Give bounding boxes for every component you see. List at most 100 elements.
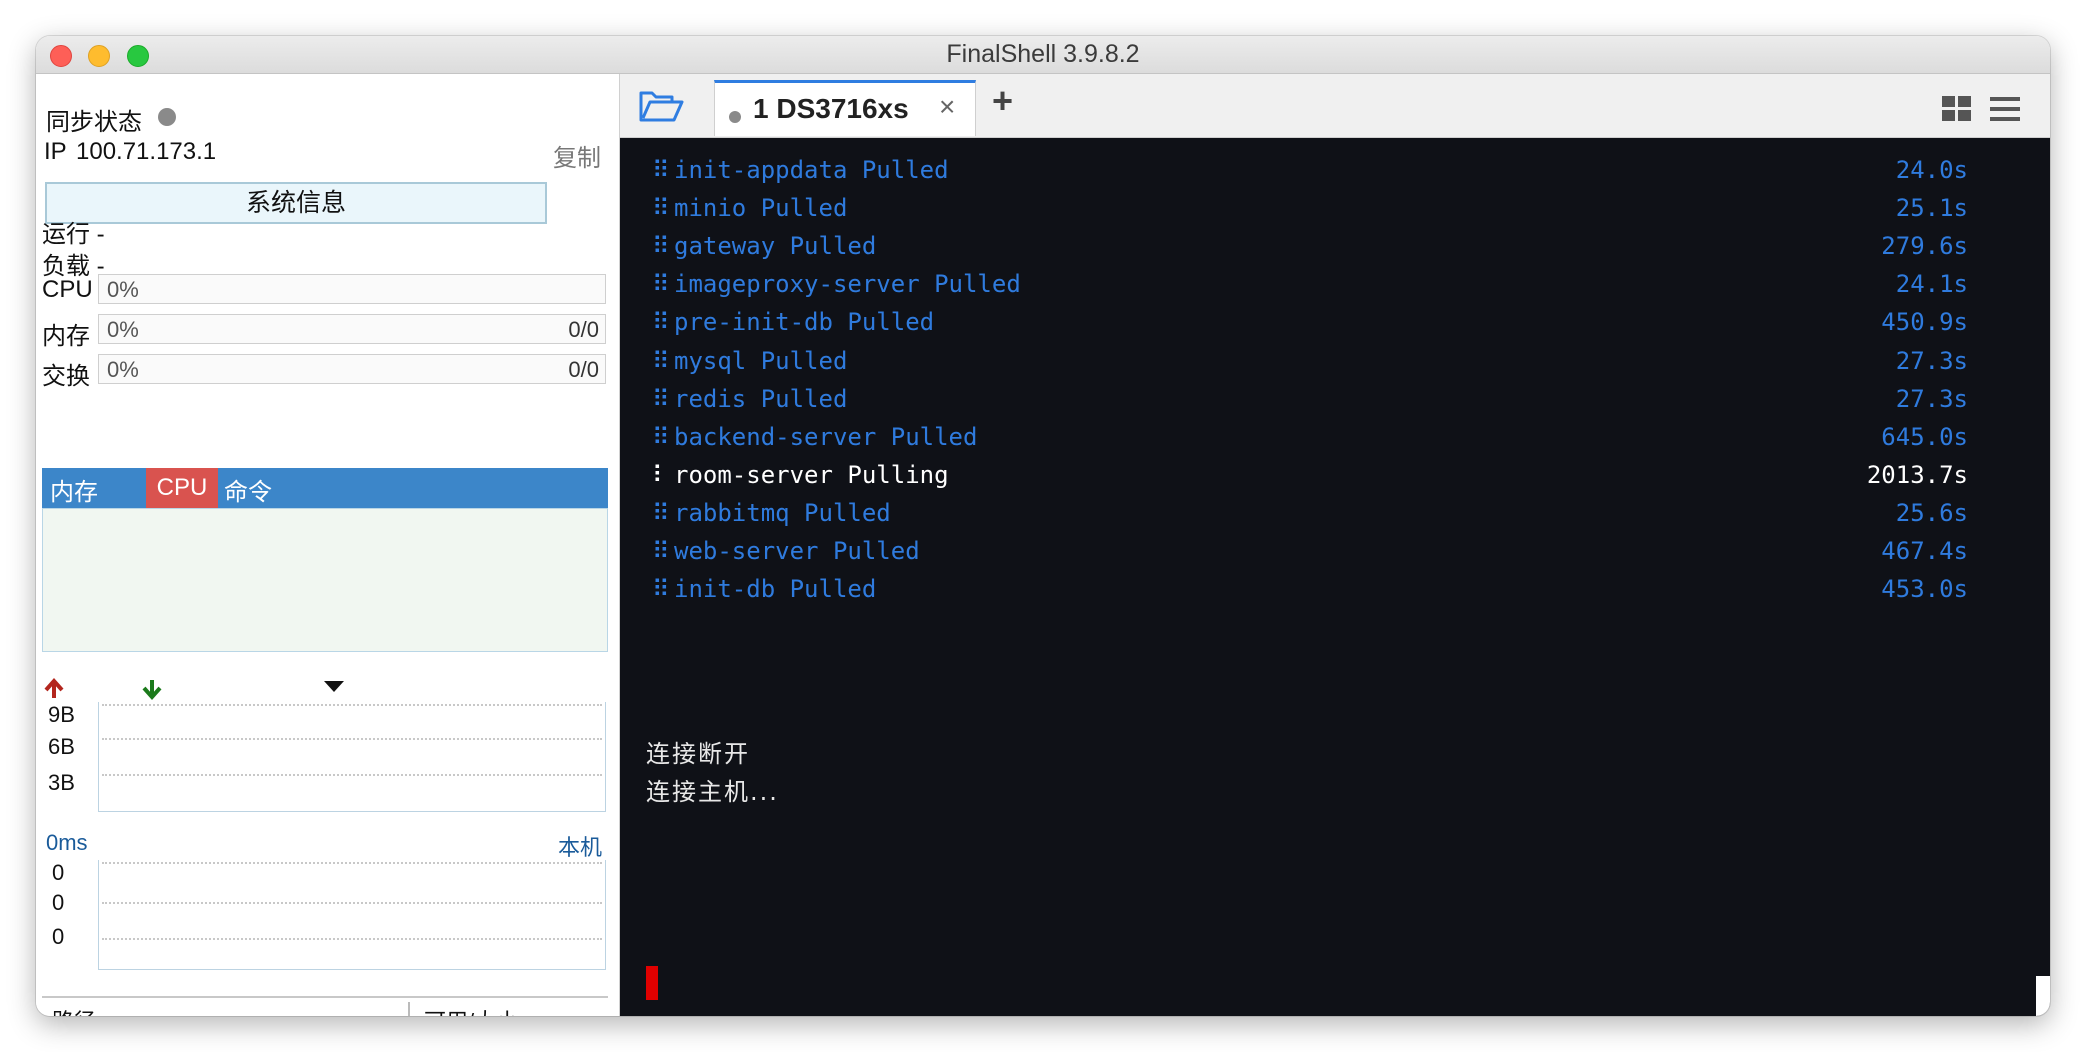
spinner-icon: ⠿: [652, 422, 670, 451]
system-panel: 同步状态 IP 100.71.173.1 复制 系统信息 运行 - 负载 - C…: [36, 74, 620, 1016]
terminal-panel: 1 DS3716xs × + ⠿ init-appdata Pulled 24.0s…: [620, 74, 2050, 1016]
terminal-line: ⠇ room-server Pulling 2013.7s: [652, 457, 1968, 495]
column-separator: [408, 1002, 410, 1016]
elapsed-time: 24.0s: [1895, 156, 1968, 184]
spinner-icon: ⠿: [652, 346, 670, 375]
service-status: minio Pulled: [674, 194, 848, 223]
resize-corner: [2036, 976, 2050, 1016]
swap-usage-bar: 0% 0/0: [98, 354, 606, 384]
ping-target-label[interactable]: 本机: [558, 830, 602, 862]
elapsed-time: 645.0s: [1881, 422, 1968, 451]
memory-usage-ratio: 0/0: [568, 317, 599, 342]
graph-gridline: [102, 738, 602, 740]
column-cpu[interactable]: CPU: [146, 468, 218, 508]
download-arrow-icon: [142, 680, 162, 701]
connection-status-dot: [729, 111, 741, 123]
terminal-cursor: [646, 966, 658, 1000]
session-tab-bar: 1 DS3716xs × +: [620, 74, 2050, 138]
spinner-icon: ⠇: [652, 460, 670, 489]
ip-value: 100.71.173.1: [76, 138, 217, 165]
elapsed-time: 27.3s: [1895, 346, 1968, 375]
memory-usage-bar: 0% 0/0: [98, 314, 606, 344]
ip-label: IP: [44, 138, 67, 165]
net-tick-6b: 6B: [48, 734, 75, 759]
terminal-output[interactable]: ⠿ init-appdata Pulled 24.0s ⠿ minio Pulled 25…: [620, 138, 2050, 1016]
tab-ds3716xs[interactable]: 1 DS3716xs ×: [714, 80, 976, 136]
ping-tick: 0: [52, 924, 65, 949]
graph-gridline: [102, 902, 602, 904]
sync-status-dot: [158, 108, 176, 126]
terminal-line: ⠿ web-server Pulled 467.4s: [652, 533, 1968, 571]
graph-gridline: [102, 704, 602, 706]
cpu-label: CPU: [42, 276, 93, 303]
terminal-line: ⠿ rabbitmq Pulled 25.6s: [652, 495, 1968, 533]
spinner-icon: ⠿: [652, 308, 670, 337]
tab-label: 1 DS3716xs: [753, 93, 909, 124]
elapsed-time: 467.4s: [1881, 537, 1968, 565]
uptime-label: 运行 -: [42, 221, 105, 248]
service-status: redis Pulled: [674, 384, 848, 413]
column-path[interactable]: 路径: [52, 1004, 96, 1016]
memory-label: 内存: [42, 323, 90, 350]
add-tab-button[interactable]: +: [992, 80, 1013, 122]
process-table-body: [42, 508, 608, 652]
tab-close-icon[interactable]: ×: [939, 91, 955, 123]
spinner-icon: ⠿: [652, 232, 670, 261]
process-table-header: 内存 CPU 命令: [42, 468, 608, 508]
elapsed-time: 25.6s: [1895, 498, 1968, 527]
net-tick-9b: 9B: [48, 702, 75, 727]
net-tick-3b: 3B: [48, 770, 75, 795]
spinner-icon: ⠿: [652, 194, 670, 223]
graph-gridline: [102, 938, 602, 940]
terminal-line: ⠿ minio Pulled 25.1s: [652, 190, 1968, 228]
service-status: init-appdata Pulled: [674, 156, 949, 184]
elapsed-time: 25.1s: [1895, 194, 1968, 223]
connecting-message: 连接主机...: [646, 778, 779, 806]
ping-tick: 0: [52, 860, 65, 885]
spinner-icon: ⠿: [652, 498, 670, 527]
swap-usage-ratio: 0/0: [568, 357, 599, 382]
column-memory[interactable]: 内存: [50, 472, 98, 507]
spinner-icon: ⠿: [652, 156, 670, 184]
service-status: gateway Pulled: [674, 232, 877, 261]
graph-gridline: [102, 862, 602, 864]
terminal-line: ⠿ redis Pulled 27.3s: [652, 381, 1968, 419]
service-status: backend-server Pulled: [674, 422, 978, 451]
layout-grid-icon[interactable]: [1940, 94, 1974, 124]
elapsed-time: 279.6s: [1881, 232, 1968, 261]
disconnect-message: 连接断开: [646, 740, 750, 768]
ping-tick: 0: [52, 890, 65, 915]
service-status: init-db Pulled: [674, 575, 877, 604]
ping-latency-label: 0ms: [46, 830, 88, 855]
interface-dropdown-icon[interactable]: [322, 678, 346, 694]
terminal-line: ⠿ gateway Pulled 279.6s: [652, 228, 1968, 266]
column-command[interactable]: 命令: [224, 472, 272, 507]
menu-icon[interactable]: [1988, 94, 2022, 124]
window-title: FinalShell 3.9.8.2: [946, 40, 1140, 68]
spinner-icon: ⠿: [652, 384, 670, 413]
service-status: imageproxy-server Pulled: [674, 270, 1021, 299]
terminal-line: ⠿ imageproxy-server Pulled 24.1s: [652, 266, 1968, 304]
elapsed-time: 24.1s: [1895, 270, 1968, 299]
elapsed-time: 450.9s: [1881, 308, 1968, 337]
service-status: mysql Pulled: [674, 346, 848, 375]
system-info-button[interactable]: 系统信息: [45, 182, 547, 224]
filesystem-divider: [42, 996, 608, 998]
terminal-line: ⠿ mysql Pulled 27.3s: [652, 343, 1968, 381]
service-status: pre-init-db Pulled: [674, 308, 935, 337]
service-status: web-server Pulled: [674, 537, 920, 565]
terminal-line: ⠿ init-appdata Pulled 24.0s: [652, 152, 1968, 190]
upload-arrow-icon: [44, 677, 64, 698]
folder-open-icon[interactable]: [638, 88, 684, 124]
spinner-icon: ⠿: [652, 575, 670, 604]
column-available-size[interactable]: 可用/大小: [424, 1004, 518, 1016]
cpu-usage-percent: 0%: [107, 277, 139, 302]
ping-latency-graph: [98, 860, 606, 970]
service-status: rabbitmq Pulled: [674, 498, 891, 527]
graph-gridline: [102, 774, 602, 776]
copy-ip-button[interactable]: 复制: [553, 138, 601, 173]
swap-label: 交换: [42, 363, 90, 390]
finalshell-window: FinalShell 3.9.8.2 同步状态 IP 100.71.173.1 …: [36, 36, 2050, 1016]
terminal-line: ⠿ backend-server Pulled 645.0s: [652, 419, 1968, 457]
terminal-line: ⠿ init-db Pulled 453.0s: [652, 571, 1968, 609]
